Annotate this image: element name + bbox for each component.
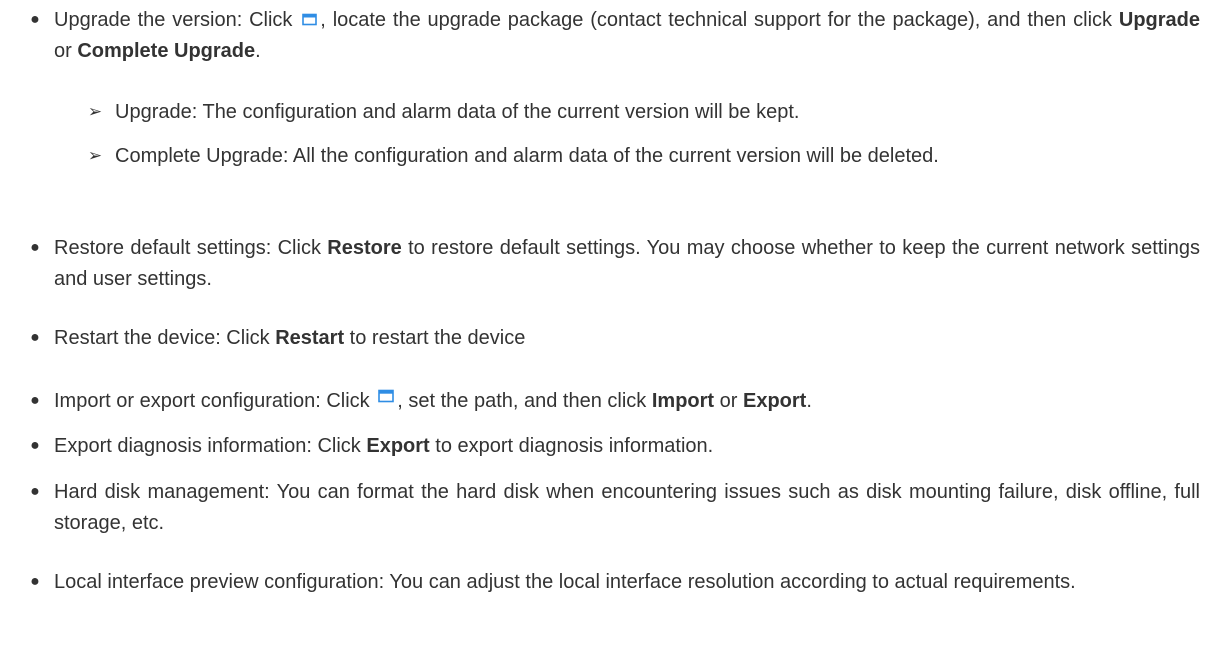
text-segment: Import or export configuration: Click bbox=[54, 390, 376, 412]
sub-list-item-text: Complete Upgrade: All the configuration … bbox=[115, 145, 939, 167]
list-item-text: Hard disk management: You can format the… bbox=[54, 481, 1200, 534]
bold-term-restore: Restore bbox=[327, 237, 402, 259]
text-segment: , set the path, and then click bbox=[397, 390, 652, 412]
text-segment: or bbox=[714, 390, 743, 412]
text-segment: or bbox=[54, 39, 78, 62]
bullet: ● bbox=[30, 11, 40, 28]
document-page: ● Upgrade the version: Click , locate th… bbox=[0, 0, 1223, 657]
list-item-text: Upgrade the version: Click , locate the … bbox=[54, 5, 1200, 66]
arrow-bullet-icon: ➢ bbox=[87, 146, 103, 165]
bold-term-restart: Restart bbox=[275, 327, 345, 349]
list-item-text: Local interface preview configuration: Y… bbox=[54, 571, 1076, 593]
text-segment: Restore default settings: Click bbox=[54, 237, 328, 259]
bullet: ● bbox=[30, 329, 40, 346]
text-segment: . bbox=[806, 390, 812, 412]
text-segment: to restart the device bbox=[344, 327, 526, 349]
folder-window-icon bbox=[302, 13, 318, 26]
text-segment: Export diagnosis information: Click bbox=[54, 435, 367, 457]
bullet: ● bbox=[30, 573, 40, 590]
folder-window-icon bbox=[378, 389, 395, 403]
text-segment: Upgrade the version: Click bbox=[54, 9, 300, 31]
list-item-text: Restart the device: Click Restart to res… bbox=[54, 323, 1200, 354]
bold-term-import: Import bbox=[651, 390, 715, 412]
list-item-text: Import or export configuration: Click , … bbox=[54, 386, 1200, 417]
bullet: ● bbox=[30, 392, 40, 409]
text-segment: , locate the upgrade package (contact te… bbox=[320, 9, 1119, 31]
text-segment: to export diagnosis information. bbox=[429, 435, 714, 457]
bold-term-export: Export bbox=[742, 390, 807, 412]
list-item-text: Export diagnosis information: Click Expo… bbox=[54, 431, 1200, 462]
bold-term-complete-upgrade: Complete Upgrade bbox=[77, 39, 256, 62]
sub-list-item-text: Upgrade: The configuration and alarm dat… bbox=[115, 101, 800, 123]
bold-term-upgrade: Upgrade bbox=[1118, 9, 1200, 31]
bullet: ● bbox=[30, 239, 40, 256]
text-segment: Restart the device: Click bbox=[54, 327, 276, 349]
bullet: ● bbox=[30, 483, 40, 500]
bullet: ● bbox=[30, 437, 40, 454]
list-item-text: Restore default settings: Click Restore … bbox=[54, 233, 1200, 294]
bold-term-export: Export bbox=[366, 435, 430, 457]
arrow-bullet-icon: ➢ bbox=[87, 102, 103, 121]
text-segment: . bbox=[255, 39, 261, 62]
